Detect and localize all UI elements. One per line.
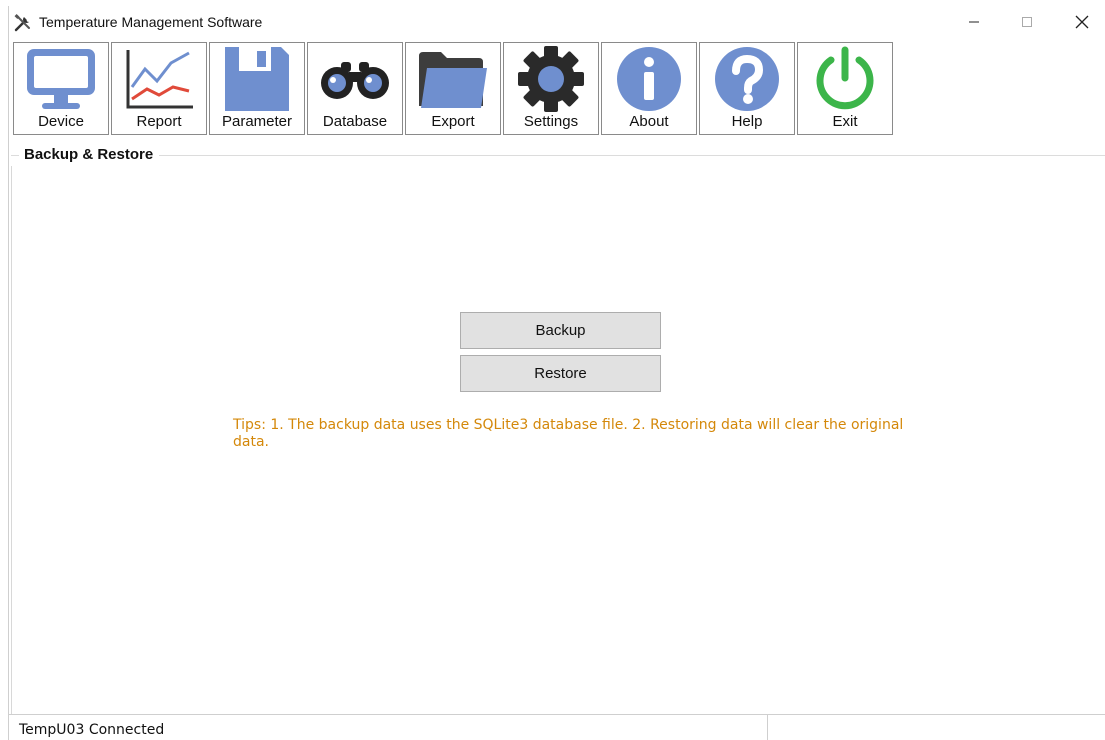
floppy-disk-icon bbox=[225, 47, 289, 111]
about-button[interactable]: About bbox=[601, 42, 697, 135]
panel-border bbox=[11, 166, 12, 714]
maximize-button[interactable] bbox=[1004, 6, 1050, 38]
group-title: Backup & Restore bbox=[19, 146, 160, 163]
backup-button[interactable]: Backup bbox=[460, 312, 661, 349]
power-icon bbox=[816, 46, 874, 110]
connection-status: TempU03 Connected bbox=[19, 722, 165, 738]
settings-button[interactable]: Settings bbox=[503, 42, 599, 135]
toolbar-label: Database bbox=[322, 113, 388, 130]
question-icon bbox=[715, 47, 779, 111]
toolbar-label: Parameter bbox=[221, 113, 293, 130]
toolbar: Device Report Parameter Database Export … bbox=[13, 42, 893, 135]
report-button[interactable]: Report bbox=[111, 42, 207, 135]
toolbar-label: Export bbox=[431, 113, 475, 130]
database-button[interactable]: Database bbox=[307, 42, 403, 135]
gear-icon bbox=[518, 46, 584, 112]
parameter-button[interactable]: Parameter bbox=[209, 42, 305, 135]
app-window: Temperature Management Software Device R… bbox=[8, 6, 1105, 740]
line-chart-icon bbox=[126, 50, 193, 109]
status-separator bbox=[767, 715, 768, 740]
window-title: Temperature Management Software bbox=[39, 14, 263, 30]
close-icon bbox=[1075, 15, 1089, 29]
minimize-icon bbox=[969, 21, 979, 23]
info-icon bbox=[617, 47, 681, 111]
toolbar-label: Report bbox=[136, 113, 182, 130]
tools-icon bbox=[14, 14, 30, 32]
toolbar-label: Help bbox=[731, 113, 763, 130]
monitor-icon bbox=[27, 49, 95, 109]
restore-button[interactable]: Restore bbox=[460, 355, 661, 392]
status-bar: TempU03 Connected bbox=[9, 714, 1105, 740]
toolbar-label: Settings bbox=[523, 113, 579, 130]
tips-text: Tips: 1. The backup data uses the SQLite… bbox=[233, 417, 904, 450]
binoculars-icon bbox=[321, 62, 389, 99]
toolbar-label: About bbox=[629, 113, 669, 130]
export-button[interactable]: Export bbox=[405, 42, 501, 135]
title-bar: Temperature Management Software bbox=[9, 6, 1105, 38]
toolbar-label: Exit bbox=[832, 113, 858, 130]
exit-button[interactable]: Exit bbox=[797, 42, 893, 135]
help-button[interactable]: Help bbox=[699, 42, 795, 135]
minimize-button[interactable] bbox=[951, 6, 997, 38]
toolbar-label: Device bbox=[38, 113, 84, 130]
folder-icon bbox=[419, 52, 487, 108]
close-button[interactable] bbox=[1059, 6, 1105, 38]
maximize-icon bbox=[1022, 17, 1032, 27]
device-button[interactable]: Device bbox=[13, 42, 109, 135]
